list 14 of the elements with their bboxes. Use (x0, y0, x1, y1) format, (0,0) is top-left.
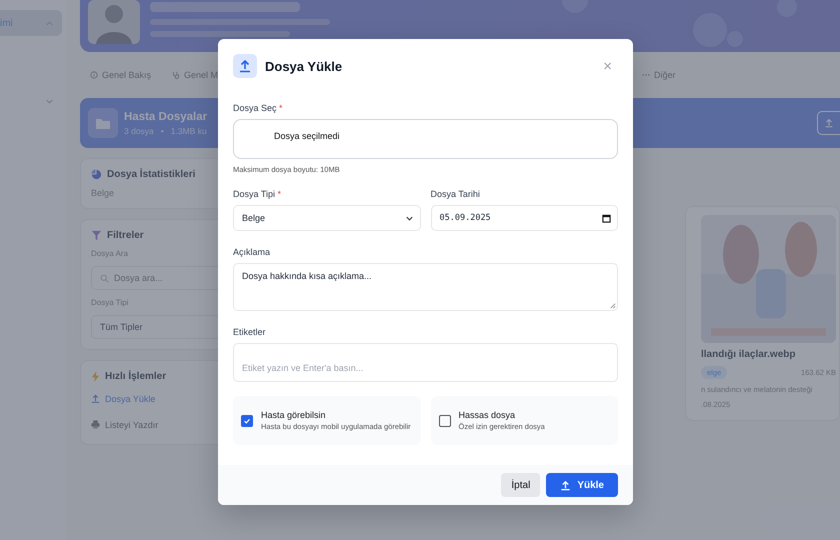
field-label: Açıklama (233, 247, 272, 257)
card-title: Filtreler (107, 230, 144, 241)
field-label: Etiketler (233, 327, 267, 337)
files-title: Hasta Dosyalar (124, 110, 208, 122)
separator-dot: • (160, 126, 164, 136)
option-title: Hasta görebilsin (261, 410, 327, 420)
dialog-title: Dosya Yükle (265, 58, 344, 74)
field-label: Dosya Tipi * (233, 189, 282, 199)
field-label: Dosya Tarihi (430, 189, 481, 199)
option-title: Hassas dosya (458, 410, 516, 420)
file-name: llandığı ilaçlar.webp (701, 349, 796, 360)
card-title: Hızlı İşlemler (105, 371, 166, 382)
field-label: Dosya Seç * (233, 103, 284, 113)
card-title: Dosya İstatistikleri (107, 169, 196, 180)
